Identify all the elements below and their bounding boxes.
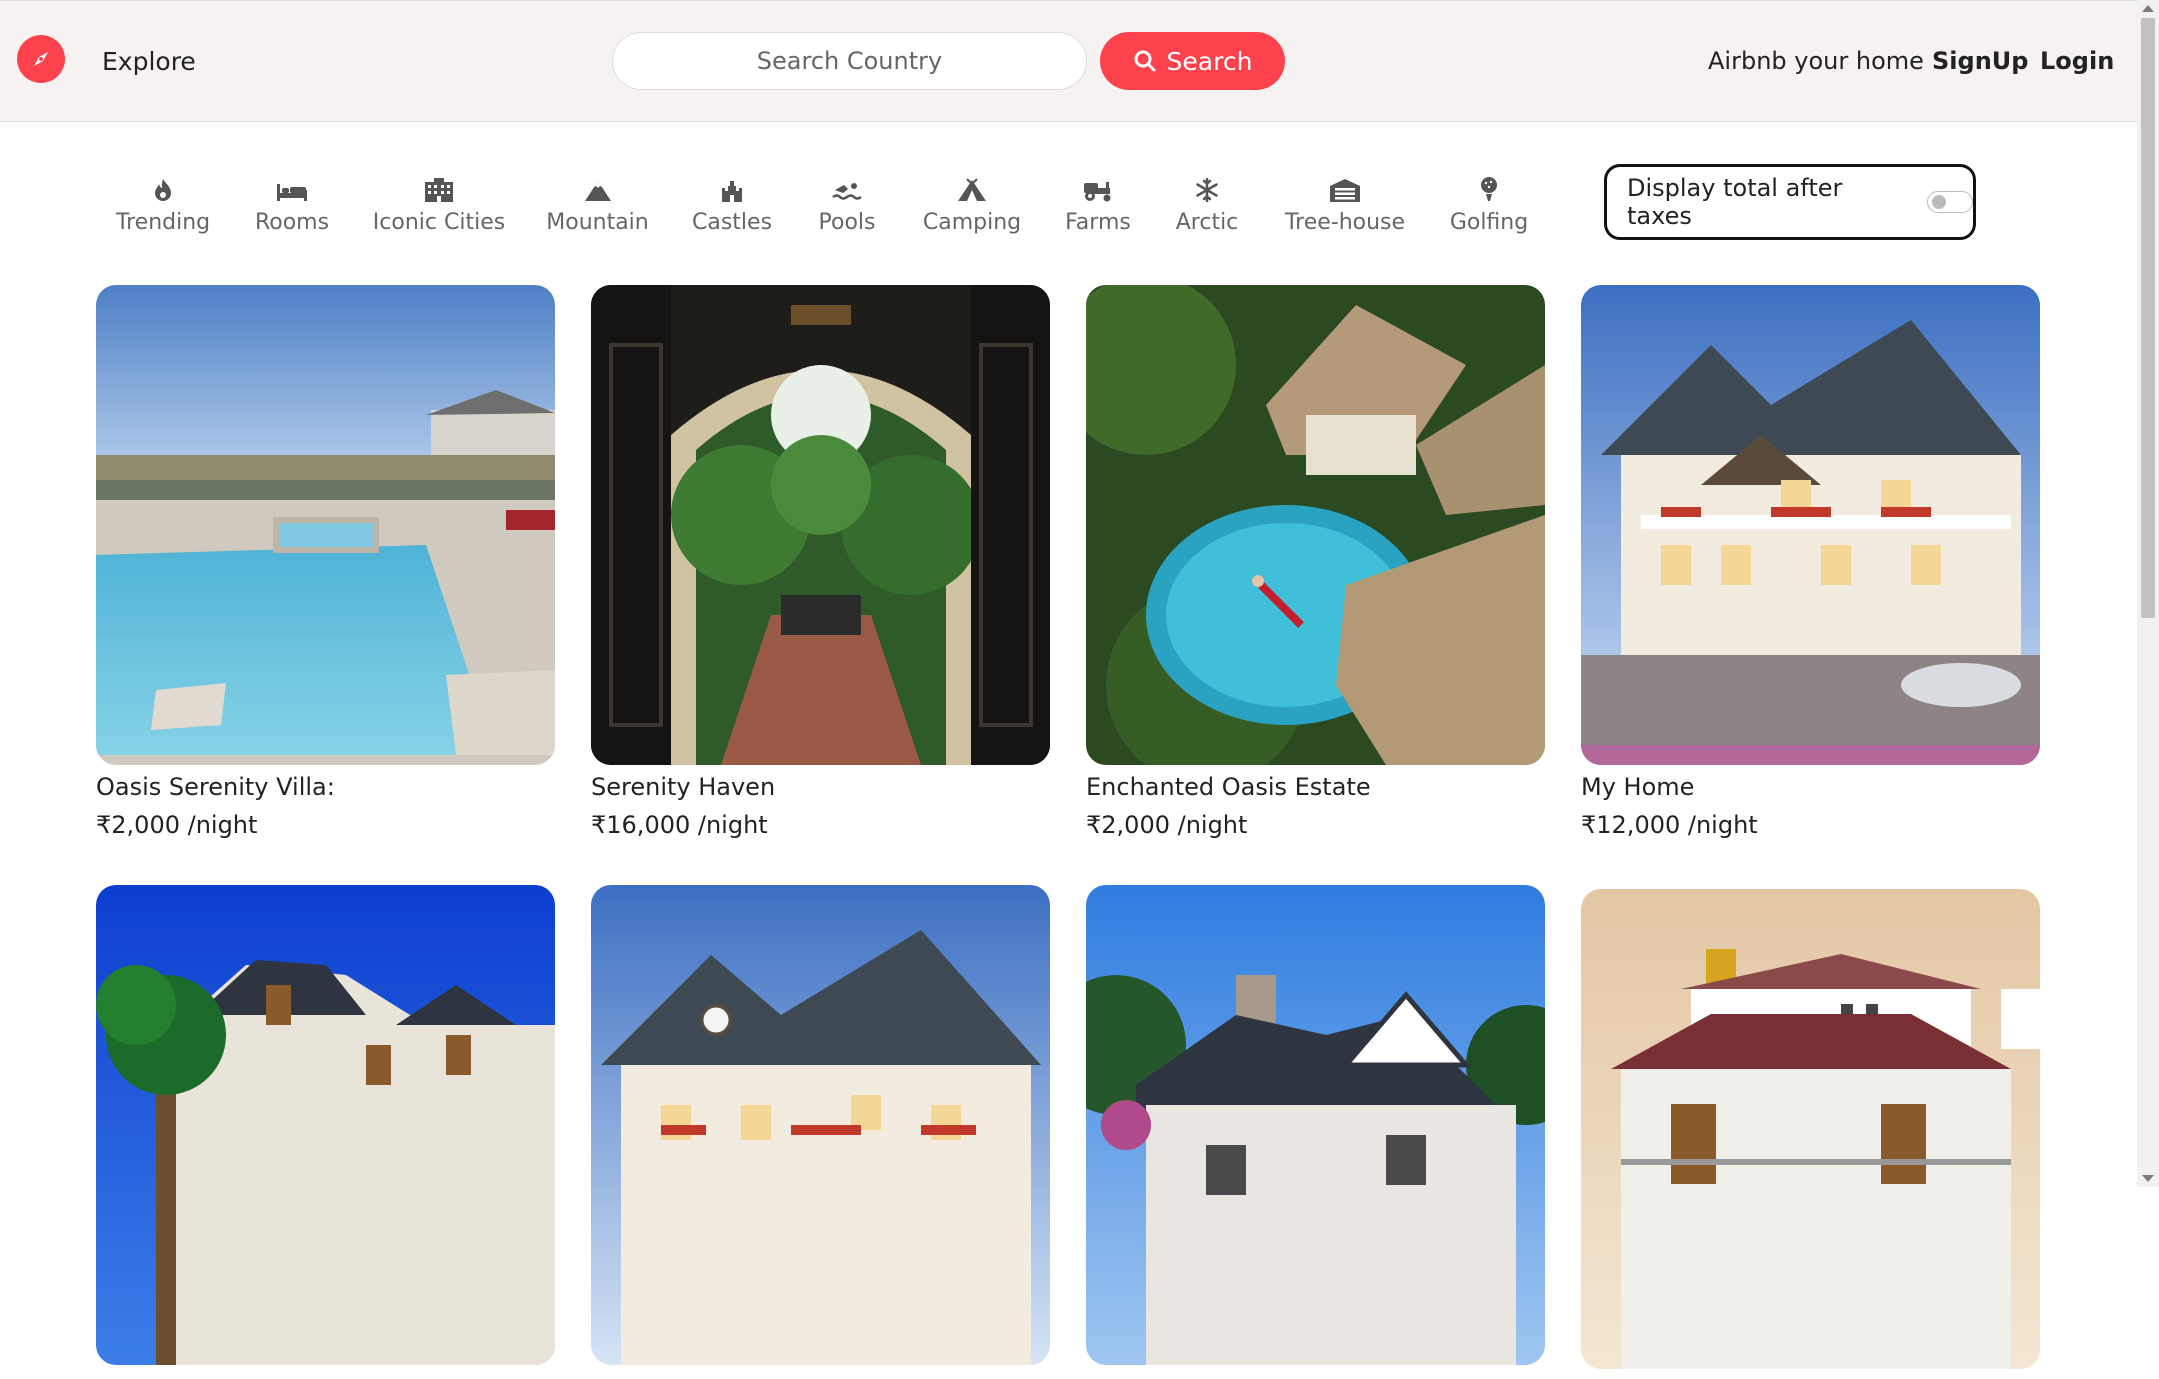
listing-title: Serenity Haven [591,773,776,801]
login-link[interactable]: Login [2040,47,2114,75]
filter-golfing[interactable]: Golfing [1450,172,1528,235]
navbar: Explore Search Airbnb your home SignUp L… [0,0,2137,122]
listing-card[interactable]: Serenity Haven ₹16,000 /night [591,285,1050,839]
listing-image[interactable] [96,285,555,765]
filter-label: Rooms [254,210,330,235]
listing-image[interactable] [1581,889,2040,1369]
tractor-icon [1082,172,1114,202]
castle-icon [720,172,744,202]
filter-castles[interactable]: Castles [691,172,773,235]
filter-label: Tree-house [1284,210,1406,235]
filter-tree-house[interactable]: Tree-house [1285,172,1405,235]
filter-label: Mountain [546,210,649,235]
search-button-label: Search [1166,46,1253,76]
listing-title: Enchanted Oasis Estate [1086,773,1371,801]
filter-mountain[interactable]: Mountain [546,172,649,235]
listing-card[interactable] [1581,889,2040,1379]
scroll-thumb[interactable] [2141,18,2155,618]
explore-link[interactable]: Explore [102,47,196,76]
treehouse-icon [1329,172,1361,202]
bed-icon [276,172,308,202]
listing-image[interactable] [591,885,1050,1365]
page-scrollbar[interactable] [2137,0,2159,1187]
golf-ball-icon [1478,172,1500,202]
listing-card[interactable]: My Home ₹12,000 /night [1581,285,2040,839]
filter-camping[interactable]: Camping [922,172,1022,235]
listing-card[interactable] [96,885,555,1375]
filter-label: Trending [115,210,211,235]
filter-iconic-cities[interactable]: Iconic Cities [372,172,506,235]
listing-image[interactable] [1086,885,1545,1365]
search-input[interactable] [612,32,1087,90]
listing-image[interactable] [1086,285,1545,765]
listing-image[interactable] [96,885,555,1365]
filter-label: Castles [691,210,773,235]
compass-icon[interactable] [17,35,65,83]
snowflake-icon [1195,172,1219,202]
scroll-up-arrow-icon[interactable] [2142,5,2154,12]
fire-icon [152,172,174,202]
listing-card[interactable] [591,885,1050,1375]
listing-card[interactable]: Enchanted Oasis Estate ₹2,000 /night [1086,285,1545,839]
listing-price: ₹16,000 /night [591,811,768,839]
tax-toggle-label: Display total after taxes [1627,174,1843,230]
filter-farms[interactable]: Farms [1065,172,1131,235]
filter-arctic[interactable]: Arctic [1176,172,1238,235]
filter-pools[interactable]: Pools [818,172,876,235]
signup-link[interactable]: SignUp [1932,47,2028,75]
tax-toggle-box[interactable]: Display total after taxes [1604,164,1976,240]
listing-image[interactable] [1581,285,2040,765]
listing-title: My Home [1581,773,1695,801]
scroll-down-arrow-icon[interactable] [2142,1175,2154,1182]
search-icon [1134,50,1156,72]
listing-card[interactable] [1086,885,1545,1375]
filter-label: Arctic [1175,210,1239,235]
filter-trending[interactable]: Trending [115,172,211,235]
mountain-icon [584,172,612,202]
filter-label: Pools [818,210,876,235]
listing-price: ₹2,000 /night [1086,811,1248,839]
filter-label: Golfing [1449,210,1529,235]
listing-price: ₹12,000 /night [1581,811,1758,839]
city-icon [424,172,454,202]
listing-image[interactable] [591,285,1050,765]
filter-label: Camping [922,210,1022,235]
listing-title: Oasis Serenity Villa: [96,773,335,801]
tent-icon [957,172,987,202]
filter-rooms[interactable]: Rooms [254,172,330,235]
swimmer-icon [832,172,862,202]
search-button[interactable]: Search [1100,32,1285,90]
listing-price: ₹2,000 /night [96,811,258,839]
listing-card[interactable]: Oasis Serenity Villa: ₹2,000 /night [96,285,555,839]
host-link[interactable]: Airbnb your home [1708,47,1924,75]
filter-label: Farms [1065,210,1131,235]
tax-toggle-switch[interactable] [1927,191,1973,213]
filter-label: Iconic Cities [372,210,506,235]
